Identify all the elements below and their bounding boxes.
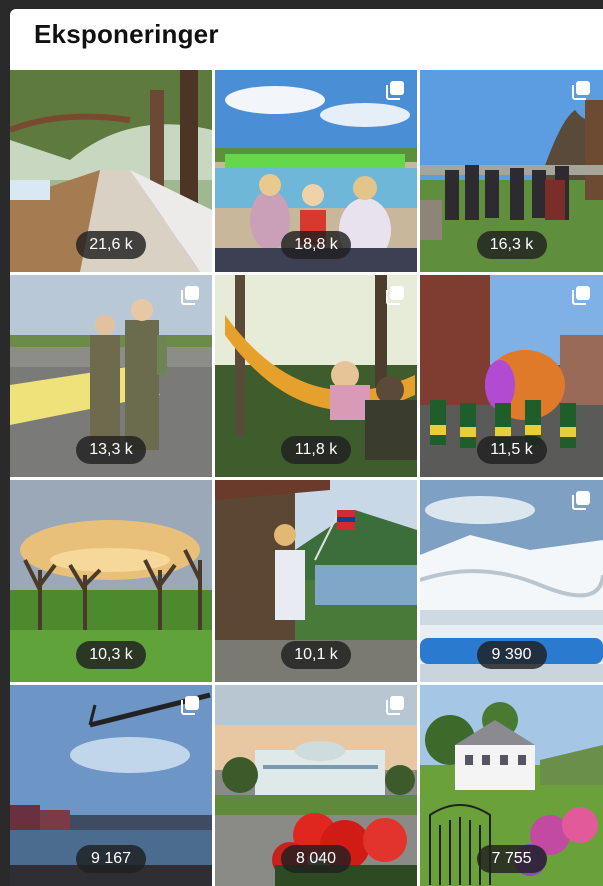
impressions-badge: 7 755 (476, 845, 547, 873)
impressions-badge: 9 167 (76, 845, 146, 873)
exposures-panel: Eksponeringer 21,6 k 18,8 k 16,3 k 13,3 … (10, 9, 603, 886)
impressions-badge: 18,8 k (281, 231, 351, 259)
multiple-images-icon (180, 695, 200, 715)
multiple-images-icon (385, 80, 405, 100)
post-tile[interactable]: 9 390 (420, 480, 603, 682)
multiple-images-icon (571, 285, 591, 305)
impressions-badge: 16,3 k (476, 231, 547, 259)
post-tile[interactable]: 9 167 (10, 685, 212, 886)
impressions-badge: 8 040 (281, 845, 351, 873)
impressions-badge: 11,5 k (476, 436, 547, 464)
multiple-images-icon (385, 695, 405, 715)
multiple-images-icon (180, 285, 200, 305)
post-tile[interactable]: 10,3 k (10, 480, 212, 682)
impressions-badge: 13,3 k (76, 436, 146, 464)
post-grid: 21,6 k 18,8 k 16,3 k 13,3 k 11,8 k 11,5 … (10, 70, 603, 886)
impressions-badge: 11,8 k (281, 436, 351, 464)
multiple-images-icon (385, 285, 405, 305)
multiple-images-icon (571, 490, 591, 510)
post-tile[interactable]: 7 755 (420, 685, 603, 886)
page-title: Eksponeringer (34, 19, 219, 49)
impressions-badge: 10,1 k (281, 641, 351, 669)
post-tile[interactable]: 21,6 k (10, 70, 212, 272)
post-tile[interactable]: 13,3 k (10, 275, 212, 477)
post-tile[interactable]: 16,3 k (420, 70, 603, 272)
post-tile[interactable]: 11,5 k (420, 275, 603, 477)
post-tile[interactable]: 10,1 k (215, 480, 417, 682)
multiple-images-icon (571, 80, 591, 100)
post-tile[interactable]: 18,8 k (215, 70, 417, 272)
impressions-badge: 21,6 k (76, 231, 146, 259)
post-tile[interactable]: 8 040 (215, 685, 417, 886)
impressions-badge: 9 390 (476, 641, 547, 669)
impressions-badge: 10,3 k (76, 641, 146, 669)
post-tile[interactable]: 11,8 k (215, 275, 417, 477)
